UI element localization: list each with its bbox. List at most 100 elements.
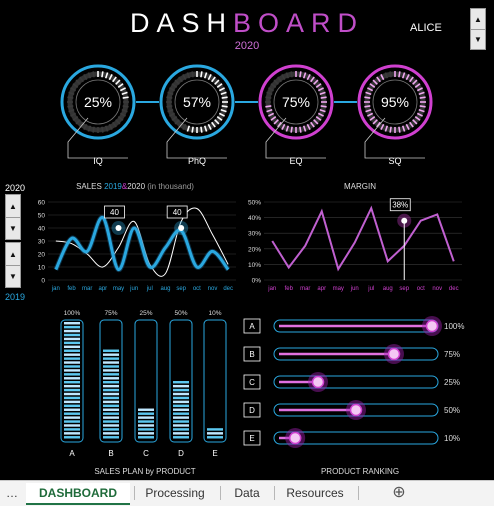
rank-value-label: 25% (444, 378, 460, 387)
x-tick-label: apr (317, 286, 326, 292)
user-spinner[interactable]: ▲ ▼ (470, 8, 486, 50)
rank-knob[interactable] (425, 319, 439, 333)
bar-segment (103, 365, 119, 368)
gauge-tick (320, 105, 327, 108)
tab-dashboard[interactable]: DASHBOARD (26, 483, 130, 505)
bar-segment (64, 424, 80, 427)
gauge-tick (389, 71, 392, 78)
x-tick-label: jan (267, 286, 276, 292)
bar-segment (173, 420, 189, 423)
bar-segment (64, 420, 80, 423)
x-tick-label: jul (367, 286, 374, 292)
rank-category-label: D (249, 406, 255, 415)
rank-category-label: B (249, 350, 254, 359)
gauge-label: EQ (289, 156, 303, 166)
dashboard-year: 2020 (234, 40, 260, 52)
x-tick-label: nov (208, 286, 218, 292)
bar-segment (64, 432, 80, 435)
bar-segment (103, 381, 119, 384)
x-tick-label: sep (399, 286, 409, 292)
y-tick-label: 30 (38, 239, 46, 246)
bar-segment (64, 384, 80, 388)
x-tick-label: oct (193, 286, 201, 292)
bar-segment (64, 381, 80, 384)
bar-segment (64, 322, 80, 325)
bar-segment (64, 400, 80, 404)
add-sheet-icon[interactable]: ⊕ (388, 483, 410, 503)
bar-segment (64, 341, 80, 345)
bar-segment (103, 396, 119, 400)
y-tick-label: 50 (38, 213, 46, 220)
bar-segment (138, 428, 154, 431)
rank-knob[interactable] (311, 375, 325, 389)
bar-segment (103, 384, 119, 388)
rank-knob[interactable] (288, 431, 302, 445)
bar-segment (138, 416, 154, 419)
rank-knob[interactable] (349, 403, 363, 417)
gauge-tick (299, 126, 302, 133)
gauge-tick (398, 71, 401, 78)
bar-segment (64, 436, 80, 439)
gauge-tick (67, 96, 74, 99)
y-tick-label: 10 (38, 265, 46, 272)
bar-segment (207, 428, 223, 431)
bar-segment (64, 428, 80, 431)
gauge-tick (221, 105, 228, 108)
gauge-value: 75% (282, 94, 310, 110)
gauge-value: 95% (381, 94, 409, 110)
bar-category-label: B (108, 449, 113, 458)
bar-segment (103, 416, 119, 419)
rank-value-label: 75% (444, 350, 460, 359)
gauges-row: 25% 57% 75% 95% (60, 64, 433, 159)
tab-processing[interactable]: Processing (138, 483, 212, 503)
tab-divider (274, 486, 275, 500)
gauge-label: SQ (388, 156, 402, 166)
x-tick-label: aug (160, 286, 170, 292)
x-tick-label: dec (449, 286, 459, 292)
gauge-tick (419, 105, 426, 108)
bar-segment (64, 357, 80, 360)
gauge-tick (191, 71, 194, 78)
title-part1: DASH (129, 8, 233, 38)
gauge-tick (320, 96, 327, 99)
bar-segment (103, 369, 119, 372)
bar-segment (103, 408, 119, 411)
x-tick-label: mar (82, 286, 92, 292)
y-tick-label: 20% (248, 246, 261, 253)
gauge-tick (299, 71, 302, 78)
gauge-tick (92, 126, 95, 133)
callout-label: 40 (110, 208, 119, 217)
spinner-up-icon[interactable]: ▲ (471, 9, 485, 29)
y-tick-label: 50% (248, 200, 261, 207)
bar-category-label: E (212, 449, 217, 458)
bar-segment (64, 325, 80, 329)
y-tick-label: 40% (248, 215, 261, 222)
bar-segment (103, 428, 119, 431)
bar-segment (64, 353, 80, 356)
x-tick-label: jul (146, 286, 153, 292)
tab-data[interactable]: Data (224, 483, 270, 503)
bar-segment (207, 432, 223, 435)
gauge-label: IQ (93, 156, 103, 166)
callout-label: 38% (392, 201, 408, 210)
spinner-down-icon[interactable]: ▼ (471, 29, 485, 49)
bar-segment (64, 408, 80, 411)
gauge-tick (122, 105, 129, 108)
bar-segment (103, 424, 119, 427)
bar-segment (103, 436, 119, 439)
gauge-tick (200, 126, 203, 133)
bar-segment (64, 349, 80, 352)
tab-scroll-icon[interactable]: … (6, 483, 18, 503)
bar-segment (103, 361, 119, 364)
x-tick-label: may (113, 286, 124, 292)
bar-segment (103, 420, 119, 423)
bar-segment (64, 373, 80, 376)
bar-segment (64, 329, 80, 333)
rank-knob[interactable] (387, 347, 401, 361)
tab-resources[interactable]: Resources (278, 483, 352, 503)
bar-segment (173, 416, 189, 419)
bar-segment (173, 428, 189, 431)
bar-segment (64, 345, 80, 349)
x-tick-label: jun (350, 286, 359, 292)
gauge-tick (166, 105, 173, 108)
